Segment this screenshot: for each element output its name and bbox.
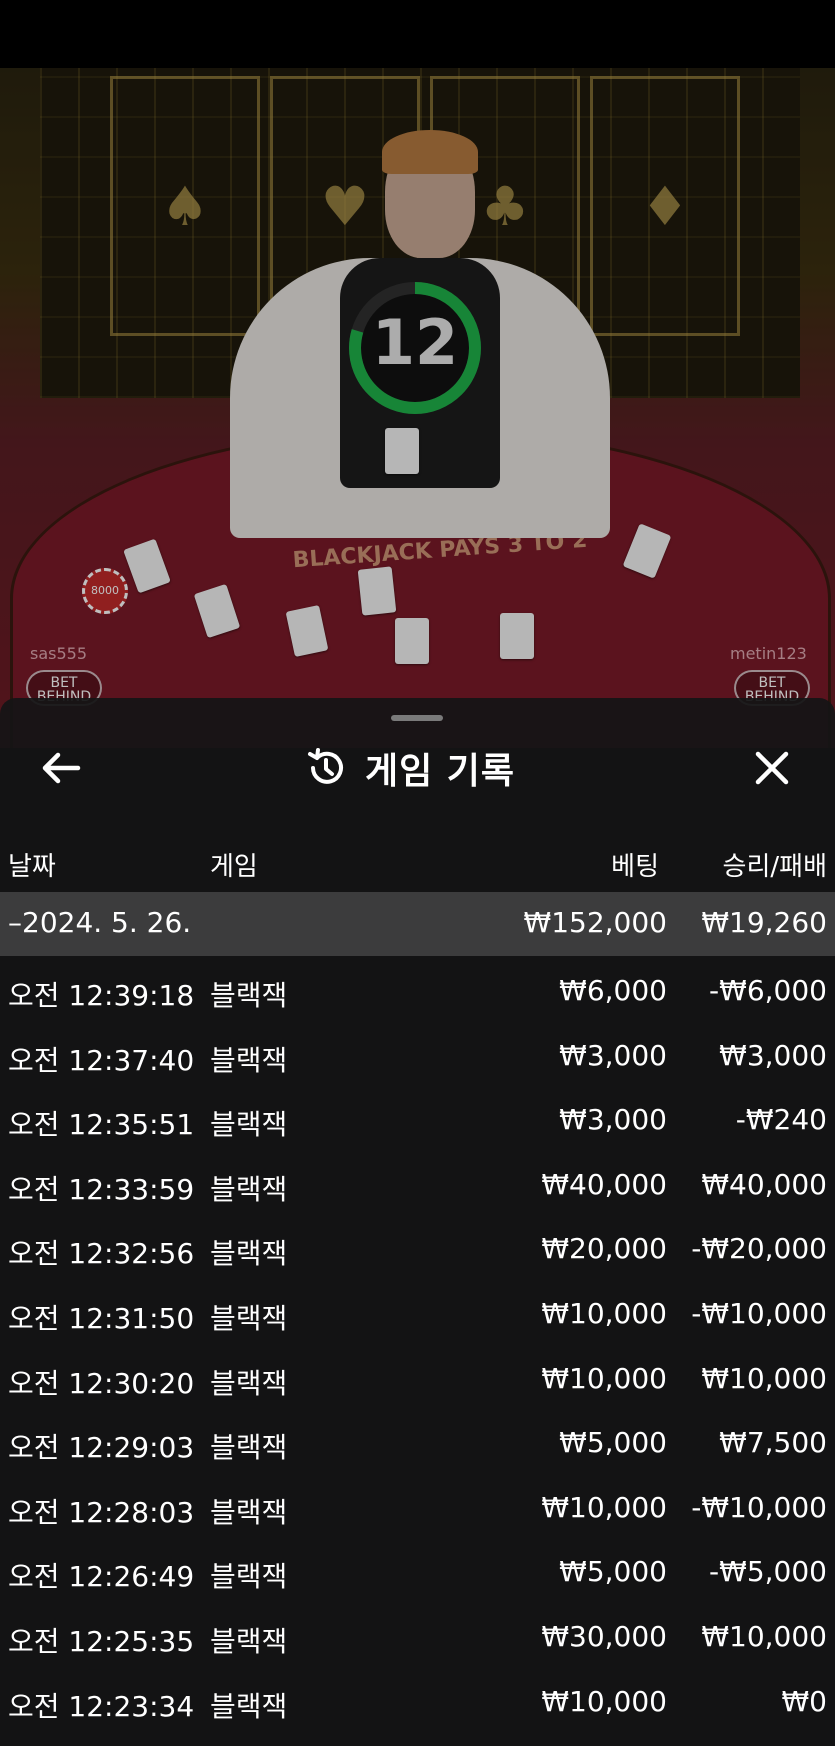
row-bet: ₩5,000 <box>559 1426 667 1460</box>
row-winloss: ₩7,500 <box>719 1426 827 1460</box>
row-time: 오전 12:30:20 <box>8 1366 195 1400</box>
sheet-title-group: 게임 기록 <box>305 742 515 794</box>
close-icon <box>755 751 789 785</box>
row-bet: ₩5,000 <box>559 1555 667 1589</box>
row-winloss: -₩5,000 <box>709 1555 827 1589</box>
history-row[interactable]: 오전 12:31:50 블랙잭 ₩10,000 -₩10,000 <box>0 1283 835 1348</box>
summary-winloss: ₩19,260 <box>701 906 827 939</box>
row-game: 블랙잭 <box>210 1043 288 1077</box>
row-game: 블랙잭 <box>210 1495 288 1529</box>
column-header-winloss[interactable]: 승리/패배 <box>723 846 827 883</box>
row-time: 오전 12:23:34 <box>8 1689 195 1723</box>
row-bet: ₩20,000 <box>541 1232 667 1266</box>
row-winloss: ₩10,000 <box>701 1619 827 1653</box>
history-row[interactable]: 오전 12:37:40 블랙잭 ₩3,000 ₩3,000 <box>0 1025 835 1090</box>
player-name: metin123 <box>730 644 807 663</box>
row-time: 오전 12:31:50 <box>8 1301 195 1335</box>
row-time: 오전 12:33:59 <box>8 1172 195 1206</box>
row-time: 오전 12:29:03 <box>8 1431 195 1465</box>
history-row[interactable]: 오전 12:30:20 블랙잭 ₩10,000 ₩10,000 <box>0 1348 835 1413</box>
summary-bet: ₩152,000 <box>523 906 667 939</box>
row-bet: ₩6,000 <box>559 974 667 1007</box>
row-game: 블랙잭 <box>210 979 288 1012</box>
summary-date: –2024. 5. 26. <box>8 906 192 939</box>
live-game-video: ♠ ♥ ♣ ♦ BLACKJACK PAYS 3 TO 2 12 8000 BE… <box>0 68 835 748</box>
row-game: 블랙잭 <box>210 1301 288 1335</box>
row-winloss: -₩240 <box>735 1103 827 1137</box>
row-game: 블랙잭 <box>210 1172 288 1206</box>
row-time: 오전 12:32:56 <box>8 1237 195 1271</box>
row-bet: ₩10,000 <box>541 1684 667 1718</box>
arrow-left-icon <box>42 752 81 784</box>
close-button[interactable] <box>748 744 796 792</box>
scene-overlay <box>0 68 835 748</box>
history-row[interactable]: 오전 12:35:51 블랙잭 ₩3,000 -₩240 <box>0 1089 835 1154</box>
row-bet: ₩30,000 <box>541 1619 667 1653</box>
row-time: 오전 12:28:03 <box>8 1495 195 1529</box>
row-game: 블랙잭 <box>210 1366 288 1400</box>
sheet-drag-handle[interactable] <box>391 715 443 721</box>
row-winloss: ₩10,000 <box>701 1361 827 1395</box>
player-name: sas555 <box>30 644 88 663</box>
history-row[interactable]: 오전 12:28:03 블랙잭 ₩10,000 -₩10,000 <box>0 1477 835 1542</box>
sheet-header: 게임 기록 <box>0 732 835 802</box>
row-bet: ₩40,000 <box>541 1167 667 1201</box>
history-row[interactable]: 오전 12:29:03 블랙잭 ₩5,000 ₩7,500 <box>0 1412 835 1477</box>
history-clock-icon <box>308 748 343 784</box>
back-button[interactable] <box>38 746 86 790</box>
row-game: 블랙잭 <box>210 1560 288 1594</box>
row-bet: ₩10,000 <box>541 1296 667 1330</box>
row-game: 블랙잭 <box>210 1689 288 1723</box>
row-game: 블랙잭 <box>210 1431 288 1465</box>
history-list: 오전 12:39:18 블랙잭 ₩6,000 -₩6,000 오전 12:37:… <box>0 960 835 1735</box>
row-bet: ₩3,000 <box>559 1038 667 1072</box>
row-winloss: ₩0 <box>781 1684 828 1718</box>
row-bet: ₩10,000 <box>541 1490 667 1524</box>
row-game: 블랙잭 <box>210 1237 288 1271</box>
row-winloss: ₩40,000 <box>701 1167 827 1201</box>
history-row[interactable]: 오전 12:23:34 블랙잭 ₩10,000 ₩0 <box>0 1671 835 1736</box>
history-row[interactable]: 오전 12:26:49 블랙잭 ₩5,000 -₩5,000 <box>0 1541 835 1606</box>
row-time: 오전 12:25:35 <box>8 1624 195 1658</box>
row-game: 블랙잭 <box>210 1624 288 1658</box>
row-winloss: -₩10,000 <box>691 1296 827 1330</box>
row-bet: ₩10,000 <box>541 1361 667 1395</box>
page-title: 게임 기록 <box>365 751 516 792</box>
game-history-sheet: 게임 기록 날짜 게임 베팅 승리/패배 –2024. 5. 26. ₩152,… <box>0 698 835 1746</box>
row-winloss: -₩10,000 <box>691 1490 827 1524</box>
row-winloss: -₩6,000 <box>709 974 827 1007</box>
row-winloss: ₩3,000 <box>719 1038 827 1072</box>
row-time: 오전 12:37:40 <box>8 1043 195 1077</box>
column-header-date[interactable]: 날짜 <box>8 846 56 883</box>
row-time: 오전 12:39:18 <box>8 979 195 1012</box>
column-header-game[interactable]: 게임 <box>210 846 258 883</box>
row-time: 오전 12:26:49 <box>8 1560 195 1594</box>
history-row[interactable]: 오전 12:32:56 블랙잭 ₩20,000 -₩20,000 <box>0 1218 835 1283</box>
history-row[interactable]: 오전 12:25:35 블랙잭 ₩30,000 ₩10,000 <box>0 1606 835 1671</box>
history-row[interactable]: 오전 12:39:18 블랙잭 ₩6,000 -₩6,000 <box>0 960 835 1025</box>
date-summary-row[interactable]: –2024. 5. 26. ₩152,000 ₩19,260 <box>0 892 835 956</box>
row-winloss: -₩20,000 <box>691 1232 827 1266</box>
row-bet: ₩3,000 <box>559 1103 667 1137</box>
row-game: 블랙잭 <box>210 1108 288 1142</box>
history-row[interactable]: 오전 12:33:59 블랙잭 ₩40,000 ₩40,000 <box>0 1154 835 1219</box>
column-header-bet[interactable]: 베팅 <box>611 846 659 883</box>
row-time: 오전 12:35:51 <box>8 1108 195 1142</box>
